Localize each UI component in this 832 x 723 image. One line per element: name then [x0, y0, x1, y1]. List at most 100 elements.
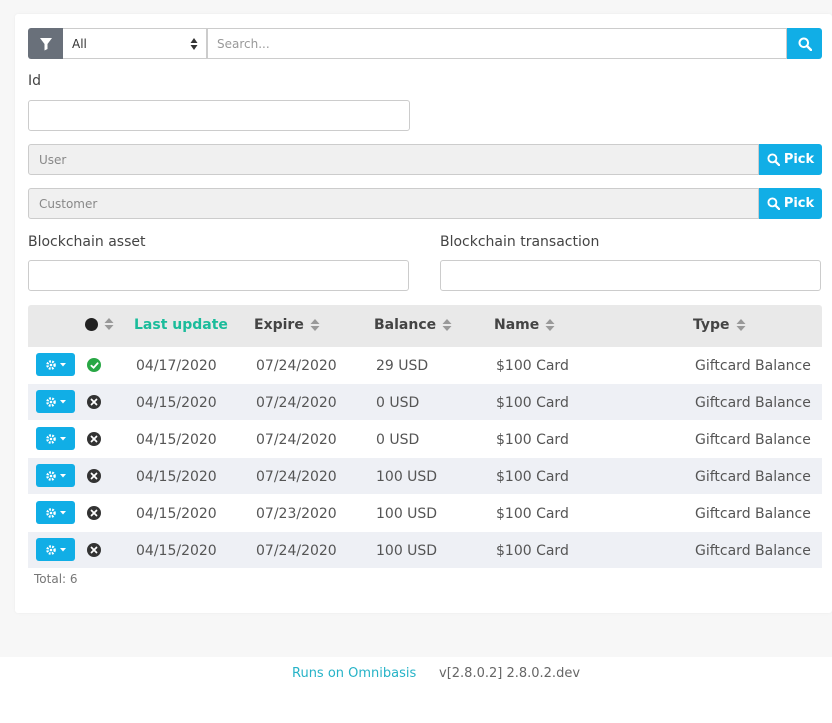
- row-actions-button[interactable]: [36, 538, 75, 561]
- search-button[interactable]: [787, 28, 822, 59]
- caret-down-icon: [60, 362, 66, 366]
- search-icon: [767, 153, 780, 166]
- version-text: v[2.8.0.2] 2.8.0.2.dev: [439, 666, 581, 681]
- row-actions-button[interactable]: [36, 390, 75, 413]
- sort-icon: [310, 319, 320, 331]
- cell-name: $100 Card: [496, 358, 569, 374]
- last-update-column-header[interactable]: Last update: [134, 317, 228, 333]
- cell-name: $100 Card: [496, 432, 569, 448]
- name-column-header[interactable]: Name: [494, 317, 555, 333]
- status-dot-icon: [85, 317, 98, 331]
- id-label: Id: [28, 73, 42, 89]
- table-row: 04/15/2020 07/24/2020 100 USD $100 Card Gift…: [28, 458, 822, 495]
- user-placeholder: User: [39, 152, 67, 167]
- x-circle-icon: [87, 543, 101, 557]
- type-column-header[interactable]: Type: [693, 317, 746, 333]
- customer-field[interactable]: Customer: [28, 188, 759, 219]
- cell-balance: 100 USD: [376, 469, 438, 485]
- caret-down-icon: [60, 510, 66, 514]
- cell-balance: 100 USD: [376, 506, 438, 522]
- id-input[interactable]: [28, 100, 410, 131]
- cell-expire: 07/24/2020: [256, 395, 337, 411]
- cell-expire: 07/24/2020: [256, 432, 337, 448]
- results-table: Last update Expire Balance Name Type 04/…: [28, 305, 822, 569]
- cell-last-update: 04/15/2020: [136, 432, 217, 448]
- filter-button[interactable]: [28, 28, 63, 59]
- omnibasis-link[interactable]: Runs on Omnibasis: [292, 666, 416, 681]
- row-actions-button[interactable]: [36, 353, 75, 376]
- gear-icon: [46, 433, 56, 444]
- total-count: Total: 6: [34, 572, 78, 586]
- cell-balance: 0 USD: [376, 395, 420, 411]
- row-actions-button[interactable]: [36, 464, 75, 487]
- user-field[interactable]: User: [28, 144, 759, 175]
- filter-select[interactable]: All: [63, 28, 207, 59]
- search-icon: [798, 37, 812, 51]
- cell-expire: 07/24/2020: [256, 543, 337, 559]
- cell-name: $100 Card: [496, 469, 569, 485]
- expire-header-label: Expire: [254, 317, 304, 333]
- name-header-label: Name: [494, 317, 540, 333]
- table-row: 04/15/2020 07/23/2020 100 USD $100 Card Gift…: [28, 495, 822, 532]
- filter-icon: [39, 37, 52, 50]
- user-pick-button[interactable]: Pick: [759, 144, 822, 175]
- gear-icon: [46, 507, 56, 518]
- filter-select-value: All: [72, 36, 87, 51]
- sort-icon: [545, 319, 555, 331]
- sort-icon: [104, 318, 114, 330]
- gear-icon: [46, 359, 56, 370]
- blockchain-asset-input[interactable]: [28, 260, 409, 291]
- footer: Runs on Omnibasis v[2.8.0.2] 2.8.0.2.dev: [0, 657, 832, 723]
- cell-last-update: 04/15/2020: [136, 395, 217, 411]
- search-input[interactable]: Search...: [207, 28, 787, 59]
- x-circle-icon: [87, 469, 101, 483]
- cell-type: Giftcard Balance: [695, 432, 811, 448]
- cell-expire: 07/24/2020: [256, 469, 337, 485]
- caret-down-icon: [60, 436, 66, 440]
- blockchain-transaction-label: Blockchain transaction: [440, 234, 600, 250]
- cell-type: Giftcard Balance: [695, 506, 811, 522]
- gear-icon: [46, 470, 56, 481]
- cell-last-update: 04/17/2020: [136, 358, 217, 374]
- cell-type: Giftcard Balance: [695, 358, 811, 374]
- table-row: 04/15/2020 07/24/2020 0 USD $100 Card Giftca…: [28, 384, 822, 421]
- x-circle-icon: [87, 395, 101, 409]
- blockchain-transaction-input[interactable]: [440, 260, 821, 291]
- cell-last-update: 04/15/2020: [136, 506, 217, 522]
- balance-column-header[interactable]: Balance: [374, 317, 452, 333]
- gear-icon: [46, 396, 56, 407]
- cell-name: $100 Card: [496, 543, 569, 559]
- select-arrows-icon: [190, 38, 198, 50]
- customer-pick-button[interactable]: Pick: [759, 188, 822, 219]
- gear-icon: [46, 544, 56, 555]
- search-bar: All Search...: [28, 28, 822, 59]
- cell-expire: 07/24/2020: [256, 358, 337, 374]
- cell-type: Giftcard Balance: [695, 543, 811, 559]
- cell-expire: 07/23/2020: [256, 506, 337, 522]
- expire-column-header[interactable]: Expire: [254, 317, 320, 333]
- status-column-header[interactable]: [85, 317, 114, 331]
- cell-balance: 0 USD: [376, 432, 420, 448]
- balance-header-label: Balance: [374, 317, 437, 333]
- caret-down-icon: [60, 547, 66, 551]
- cell-name: $100 Card: [496, 395, 569, 411]
- row-actions-button[interactable]: [36, 501, 75, 524]
- x-circle-icon: [87, 506, 101, 520]
- x-circle-icon: [87, 432, 101, 446]
- cell-last-update: 04/15/2020: [136, 543, 217, 559]
- customer-placeholder: Customer: [39, 196, 98, 211]
- cell-balance: 100 USD: [376, 543, 438, 559]
- row-actions-button[interactable]: [36, 427, 75, 450]
- cell-balance: 29 USD: [376, 358, 429, 374]
- table-row: 04/17/2020 07/24/2020 29 USD $100 Card Giftc…: [28, 347, 822, 384]
- table-row: 04/15/2020 07/24/2020 100 USD $100 Card Gift…: [28, 532, 822, 569]
- cell-type: Giftcard Balance: [695, 469, 811, 485]
- last-update-header-label: Last update: [134, 317, 228, 333]
- pick-label: Pick: [783, 196, 815, 211]
- cell-name: $100 Card: [496, 506, 569, 522]
- cell-last-update: 04/15/2020: [136, 469, 217, 485]
- check-circle-icon: [87, 358, 101, 372]
- sort-icon: [736, 319, 746, 331]
- search-placeholder: Search...: [217, 36, 270, 51]
- cell-type: Giftcard Balance: [695, 395, 811, 411]
